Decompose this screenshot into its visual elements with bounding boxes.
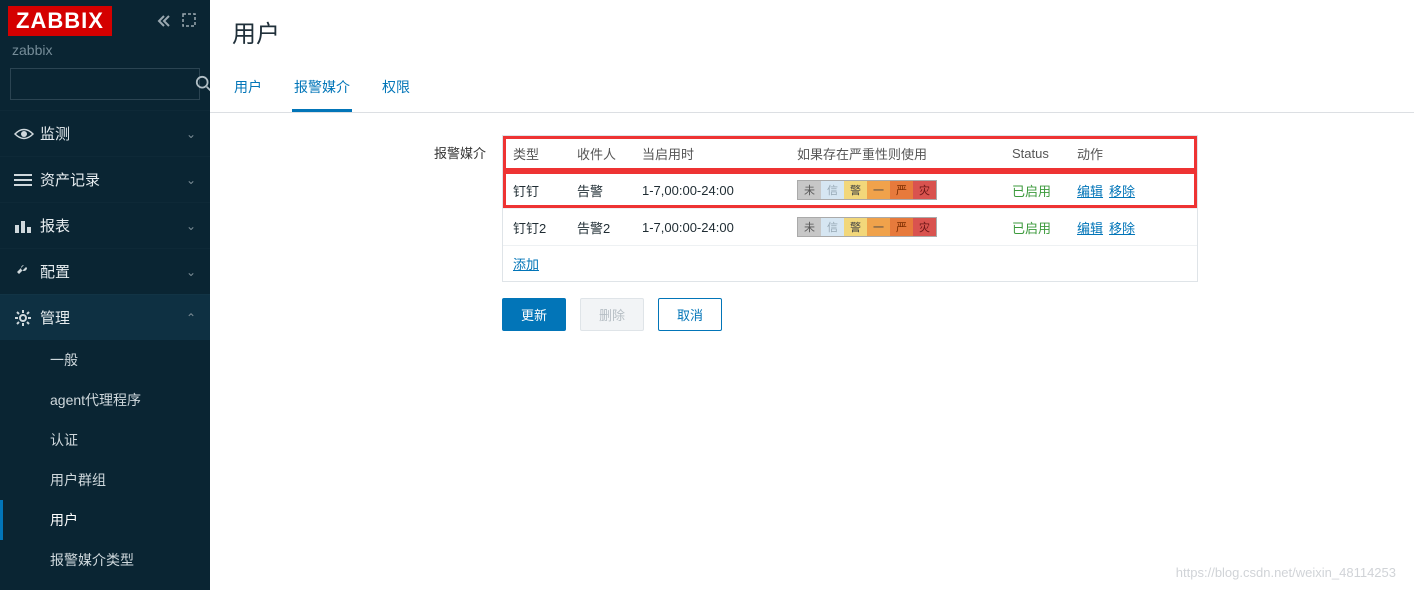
media-table: 类型 收件人 当启用时 如果存在严重性则使用 Status 动作 钉钉告警1-7… xyxy=(502,135,1198,282)
cell-severity: 未信警一严灾 xyxy=(797,180,1012,200)
chevron-down-icon: ⌄ xyxy=(186,219,196,233)
cell-actions: 编辑移除 xyxy=(1077,218,1187,237)
cell-severity: 未信警一严灾 xyxy=(797,217,1012,237)
sub-auth[interactable]: 认证 xyxy=(0,420,210,460)
sub-media-types[interactable]: 报警媒介类型 xyxy=(0,540,210,580)
logo[interactable]: ZABBIX xyxy=(8,6,112,36)
nav-label: 监测 xyxy=(40,123,70,144)
add-media-link[interactable]: 添加 xyxy=(513,257,539,272)
nav-label: 配置 xyxy=(40,261,70,282)
main-content: 用户 用户 报警媒介 权限 报警媒介 类型 收件人 当启用时 如果存在严重性则使… xyxy=(210,0,1414,590)
severity-strip: 未信警一严灾 xyxy=(797,180,937,200)
sub-general[interactable]: 一般 xyxy=(0,340,210,380)
severity-4: 严 xyxy=(890,181,913,199)
severity-2: 警 xyxy=(844,181,867,199)
severity-0: 未 xyxy=(798,218,821,236)
brand-row: ZABBIX xyxy=(0,0,210,40)
eye-icon xyxy=(14,127,40,141)
severity-1: 信 xyxy=(821,218,844,236)
table-row: 钉钉2告警21-7,00:00-24:00未信警一严灾 已启用 编辑移除 xyxy=(503,208,1197,245)
severity-1: 信 xyxy=(821,181,844,199)
collapse-icon[interactable] xyxy=(156,13,172,29)
cell-status: 已启用 xyxy=(1012,218,1077,237)
edit-link[interactable]: 编辑 xyxy=(1077,184,1103,199)
tab-permissions[interactable]: 权限 xyxy=(380,67,412,112)
admin-submenu: 一般 agent代理程序 认证 用户群组 用户 报警媒介类型 xyxy=(0,340,210,580)
sub-agent-proxy[interactable]: agent代理程序 xyxy=(0,380,210,420)
cell-status: 已启用 xyxy=(1012,181,1077,200)
chevron-down-icon: ⌄ xyxy=(186,173,196,187)
search-input[interactable] xyxy=(19,77,195,92)
severity-5: 灾 xyxy=(913,218,936,236)
nav-inventory[interactable]: 资产记录 ⌄ xyxy=(0,156,210,202)
table-row: 钉钉告警1-7,00:00-24:00未信警一严灾 已启用 编辑移除 xyxy=(503,171,1197,208)
search-box[interactable] xyxy=(10,68,200,100)
edit-link[interactable]: 编辑 xyxy=(1077,221,1103,236)
tab-user[interactable]: 用户 xyxy=(232,67,264,112)
nav-admin[interactable]: 管理 ⌃ xyxy=(0,294,210,340)
remove-link[interactable]: 移除 xyxy=(1109,184,1135,199)
nav-config[interactable]: 配置 ⌄ xyxy=(0,248,210,294)
delete-button: 删除 xyxy=(580,298,644,331)
nav-monitoring[interactable]: 监测 ⌄ xyxy=(0,110,210,156)
tab-media[interactable]: 报警媒介 xyxy=(292,67,352,112)
th-when: 当启用时 xyxy=(642,144,797,163)
media-form-label: 报警媒介 xyxy=(232,135,502,162)
chevron-down-icon: ⌄ xyxy=(186,265,196,279)
brand-subtitle: zabbix xyxy=(0,40,210,68)
cancel-button[interactable]: 取消 xyxy=(658,298,722,331)
cell-type: 钉钉2 xyxy=(513,218,577,237)
list-icon xyxy=(14,173,40,187)
cell-sendto: 告警 xyxy=(577,181,642,200)
fullscreen-icon[interactable] xyxy=(182,13,196,29)
th-sendto: 收件人 xyxy=(577,144,642,163)
chevron-up-icon: ⌃ xyxy=(186,311,196,325)
th-actions: 动作 xyxy=(1077,144,1187,163)
cell-actions: 编辑移除 xyxy=(1077,181,1187,200)
severity-2: 警 xyxy=(844,218,867,236)
th-status: Status xyxy=(1012,146,1077,161)
gear-icon xyxy=(14,309,40,327)
status-link[interactable]: 已启用 xyxy=(1012,184,1051,199)
severity-0: 未 xyxy=(798,181,821,199)
cell-type: 钉钉 xyxy=(513,181,577,200)
update-button[interactable]: 更新 xyxy=(502,298,566,331)
tabs: 用户 报警媒介 权限 xyxy=(210,67,1414,113)
sub-users[interactable]: 用户 xyxy=(0,500,210,540)
bar-chart-icon xyxy=(14,219,40,233)
chevron-down-icon: ⌄ xyxy=(186,127,196,141)
nav-label: 资产记录 xyxy=(40,169,100,190)
media-table-header: 类型 收件人 当启用时 如果存在严重性则使用 Status 动作 xyxy=(503,136,1197,171)
watermark: https://blog.csdn.net/weixin_48114253 xyxy=(1176,565,1396,580)
status-link[interactable]: 已启用 xyxy=(1012,221,1051,236)
severity-3: 一 xyxy=(867,181,890,199)
nav-label: 报表 xyxy=(40,215,70,236)
page-title: 用户 xyxy=(210,0,1414,67)
cell-when: 1-7,00:00-24:00 xyxy=(642,220,797,235)
severity-3: 一 xyxy=(867,218,890,236)
remove-link[interactable]: 移除 xyxy=(1109,221,1135,236)
wrench-icon xyxy=(14,263,40,281)
sidebar: ZABBIX zabbix 监测 ⌄ 资产记录 ⌄ xyxy=(0,0,210,590)
th-severity: 如果存在严重性则使用 xyxy=(797,144,1012,163)
severity-4: 严 xyxy=(890,218,913,236)
nav-label: 管理 xyxy=(40,307,70,328)
severity-5: 灾 xyxy=(913,181,936,199)
th-type: 类型 xyxy=(513,144,577,163)
button-row: 更新 删除 取消 xyxy=(502,298,1198,331)
cell-when: 1-7,00:00-24:00 xyxy=(642,183,797,198)
cell-sendto: 告警2 xyxy=(577,218,642,237)
sub-user-groups[interactable]: 用户群组 xyxy=(0,460,210,500)
nav-reports[interactable]: 报表 ⌄ xyxy=(0,202,210,248)
severity-strip: 未信警一严灾 xyxy=(797,217,937,237)
